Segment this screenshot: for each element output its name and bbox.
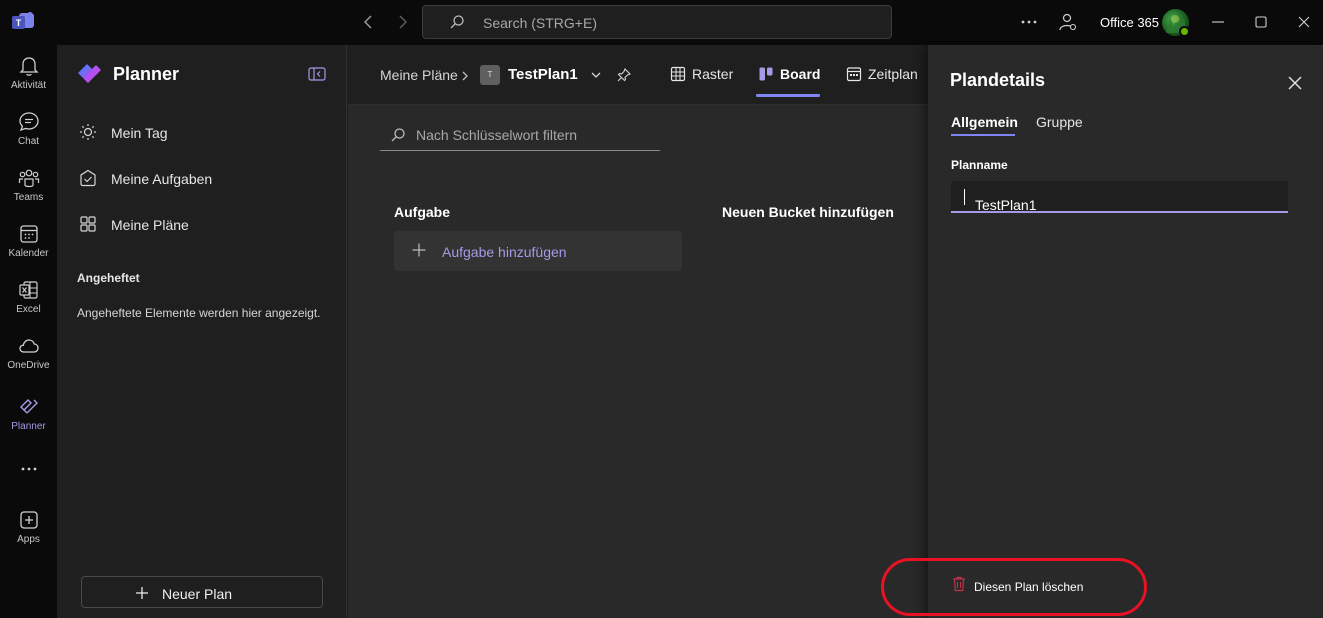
text-caret [964, 189, 965, 205]
active-tab-indicator [951, 134, 1015, 136]
add-task-button[interactable]: Aufgabe hinzufügen [394, 231, 682, 271]
rail-label: Apps [17, 534, 40, 545]
rail-more-icon[interactable] [0, 463, 57, 483]
rail-label: Chat [17, 136, 40, 147]
rail-label: Excel [16, 304, 41, 315]
excel-icon [18, 281, 38, 299]
plan-header: Meine Pläne T TestPlan1 Raster Board Zei… [348, 45, 928, 105]
planner-logo-icon [78, 64, 101, 83]
new-plan-button[interactable]: Neuer Plan [81, 576, 323, 608]
new-plan-label: Neuer Plan [162, 586, 233, 602]
search-icon [450, 15, 464, 29]
teams-logo-icon: T [12, 12, 34, 29]
pinned-heading: Angeheftet [77, 271, 140, 285]
pin-icon[interactable] [616, 67, 632, 83]
task-icon [80, 169, 96, 187]
nav-item-my-day[interactable]: Mein Tag [79, 119, 329, 149]
maximize-icon[interactable] [1251, 12, 1271, 32]
app-rail: Aktivität Chat Teams Kalender Excel OneD… [0, 45, 57, 618]
chat-icon [18, 112, 39, 132]
sun-icon [80, 124, 96, 140]
tab-schedule[interactable]: Zeitplan [846, 65, 926, 105]
nav-item-label: Meine Aufgaben [111, 171, 213, 187]
calendar-icon [19, 225, 38, 243]
breadcrumb-my-plans[interactable]: Meine Pläne [380, 67, 458, 83]
filter-placeholder: Nach Schlüsselwort filtern [416, 127, 578, 143]
nav-item-my-tasks[interactable]: Meine Aufgaben [79, 165, 329, 195]
nav-item-label: Meine Pläne [111, 217, 189, 233]
rail-item-activity[interactable]: Aktivität [0, 55, 57, 107]
rail-label: Teams [13, 192, 44, 203]
board-icon [759, 67, 773, 81]
plan-name-value: TestPlan1 [975, 197, 1037, 213]
rail-item-onedrive[interactable]: OneDrive [0, 335, 57, 387]
search-placeholder: Search (STRG+E) [483, 15, 597, 31]
rail-item-planner[interactable]: Planner [0, 396, 57, 448]
org-name[interactable]: Office 365 [1100, 15, 1159, 30]
plan-name-label: Planname [951, 158, 1008, 172]
nav-item-my-plans[interactable]: Meine Pläne [79, 211, 329, 241]
tab-board[interactable]: Board [758, 65, 822, 105]
people-settings-icon[interactable] [1058, 12, 1078, 32]
add-icon [19, 511, 38, 529]
search-input[interactable]: Search (STRG+E) [422, 5, 892, 39]
plan-board-area: Meine Pläne T TestPlan1 Raster Board Zei… [348, 45, 928, 618]
rail-item-chat[interactable]: Chat [0, 111, 57, 163]
rail-item-excel[interactable]: Excel [0, 279, 57, 331]
forward-arrow-icon[interactable] [392, 12, 412, 32]
tab-general[interactable]: Allgemein [951, 114, 1018, 130]
chevron-right-icon [462, 71, 468, 81]
app-title: Planner [113, 64, 180, 84]
bell-icon [18, 57, 39, 76]
tab-label: Zeitplan [868, 66, 918, 82]
tab-label: Raster [692, 66, 734, 82]
close-icon[interactable] [1287, 75, 1303, 91]
minimize-icon[interactable] [1208, 12, 1228, 32]
details-title: Plandetails [950, 70, 1046, 90]
plan-details-pane: Plandetails Allgemein Gruppe Planname Te… [928, 45, 1323, 618]
annotation-highlight-ring [881, 558, 1147, 616]
keyword-filter-input[interactable]: Nach Schlüsselwort filtern [380, 119, 660, 151]
rail-item-apps[interactable]: Apps [0, 509, 57, 561]
planner-icon [19, 399, 38, 414]
collapse-pane-icon[interactable] [308, 66, 326, 82]
plus-icon [136, 587, 148, 599]
rail-label: Kalender [8, 248, 49, 259]
rail-label: Planner [11, 421, 46, 432]
plan-name-input[interactable]: TestPlan1 [951, 181, 1288, 213]
calendar-icon [846, 67, 862, 82]
svg-text:T: T [16, 18, 22, 28]
chevron-down-icon[interactable] [590, 69, 602, 81]
rail-item-teams[interactable]: Teams [0, 167, 57, 219]
rail-label: Aktivität [10, 80, 46, 91]
tab-grid[interactable]: Raster [670, 65, 740, 105]
add-task-label: Aufgabe hinzufügen [442, 244, 567, 260]
planner-nav-pane: Planner Mein Tag Meine Aufgaben Meine Pl… [57, 45, 347, 618]
tab-label: Board [780, 66, 821, 82]
active-tab-indicator [756, 94, 820, 97]
tab-group[interactable]: Gruppe [1036, 114, 1083, 130]
search-icon [391, 128, 405, 142]
grid-icon [80, 216, 96, 232]
table-icon [670, 66, 686, 82]
back-arrow-icon[interactable] [359, 12, 379, 32]
cloud-icon [18, 339, 39, 353]
window-close-icon[interactable] [1294, 12, 1314, 32]
presence-badge [1179, 26, 1190, 37]
pinned-empty-note: Angeheftete Elemente werden hier angezei… [77, 306, 321, 320]
rail-label: OneDrive [7, 360, 50, 371]
plus-icon [412, 243, 426, 257]
teams-icon [18, 169, 39, 188]
plan-title[interactable]: TestPlan1 [508, 66, 578, 83]
rail-item-calendar[interactable]: Kalender [0, 223, 57, 275]
bucket-title[interactable]: Aufgabe [394, 204, 450, 220]
title-bar: T Search (STRG+E) Office 365 [0, 0, 1323, 45]
more-options-icon[interactable] [1019, 12, 1039, 32]
add-bucket-button[interactable]: Neuen Bucket hinzufügen [722, 204, 894, 220]
plan-initial-badge: T [480, 65, 500, 85]
nav-item-label: Mein Tag [111, 125, 168, 141]
